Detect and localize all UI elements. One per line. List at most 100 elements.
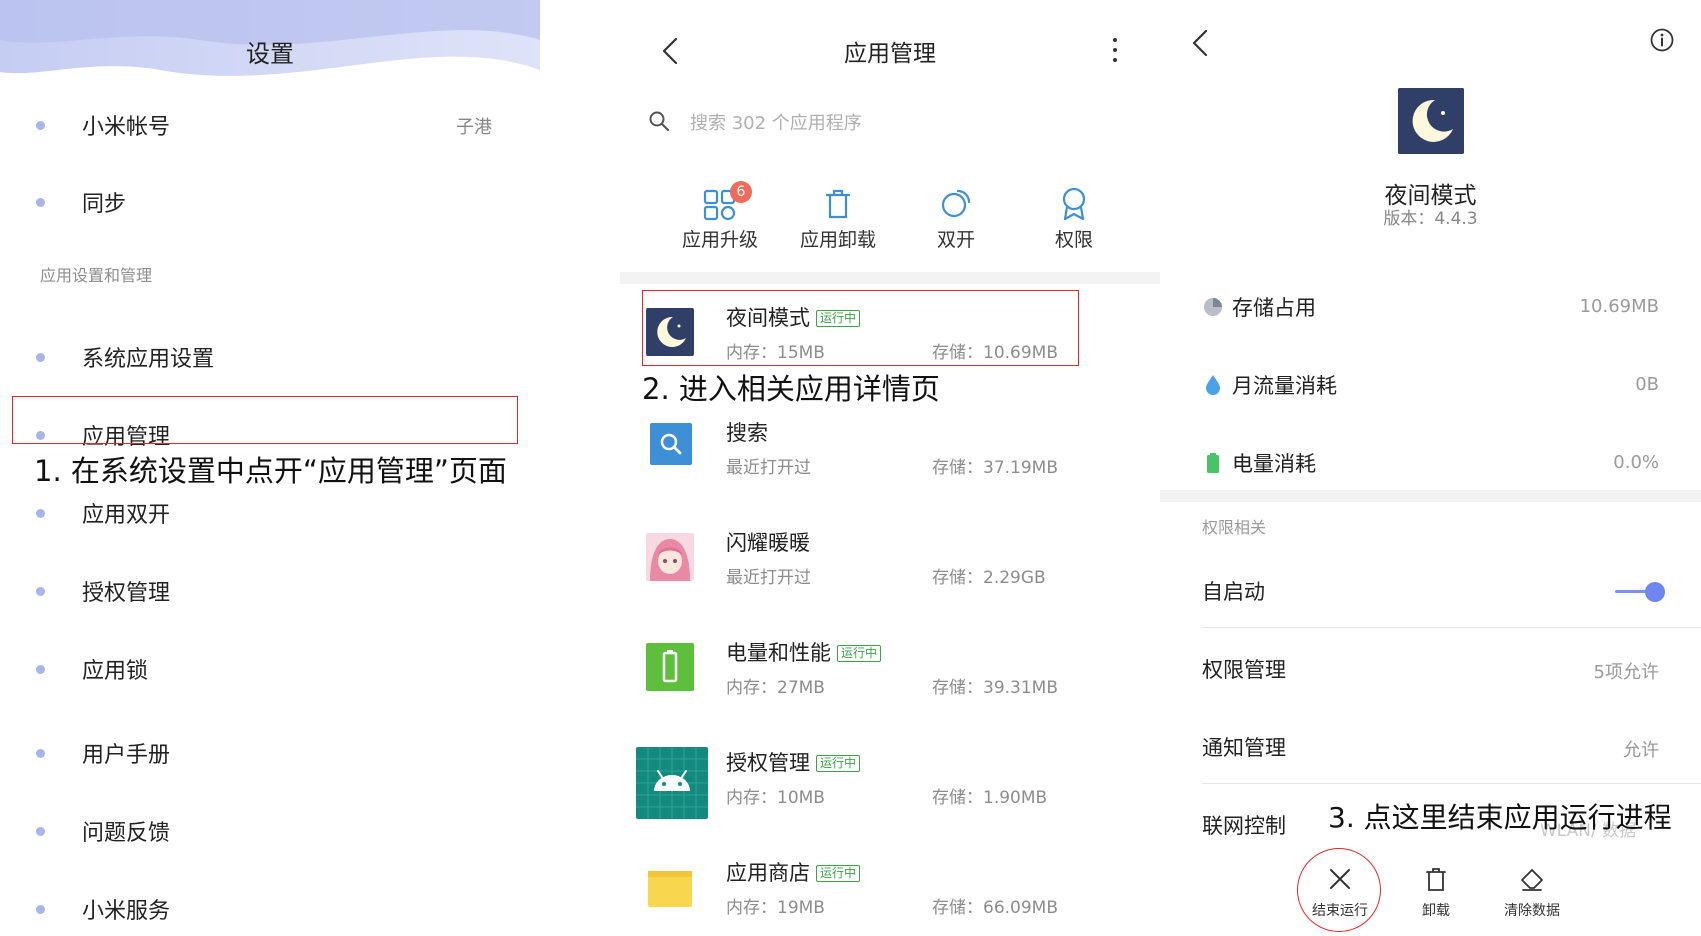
settings-item-app-lock[interactable]: 应用锁 — [0, 639, 540, 699]
setting-notifications[interactable]: 通知管理 允许 — [1202, 706, 1701, 784]
setting-label: 联网控制 — [1202, 814, 1286, 838]
settings-item-label: 应用双开 — [82, 503, 171, 528]
battery-app-icon — [646, 643, 694, 691]
app-last-opened: 最近打开过 — [726, 458, 811, 478]
settings-item-system-apps[interactable]: 系统应用设置 — [0, 327, 540, 387]
annotation-step-2: 2. 进入相关应用详情页 — [642, 372, 940, 406]
quick-action-app-upgrade[interactable]: 6 应用升级 — [660, 181, 780, 255]
settings-item-user-manual[interactable]: 用户手册 — [0, 723, 540, 783]
battery-icon — [1207, 453, 1219, 473]
settings-item-sync[interactable]: 同步 — [0, 172, 540, 232]
bullet-icon — [36, 198, 45, 207]
stat-battery[interactable]: 电量消耗 0.0% — [1160, 436, 1701, 496]
more-options-icon[interactable] — [1112, 38, 1118, 64]
android-icon — [636, 747, 708, 819]
quick-action-dual-apps[interactable]: 双开 — [896, 185, 1016, 255]
setting-value: 允许 — [1623, 740, 1659, 761]
app-list-item[interactable]: 搜索 最近打开过 存储：37.19MB — [620, 405, 1160, 495]
quick-action-uninstall[interactable]: 应用卸载 — [778, 185, 898, 255]
uninstall-button[interactable]: 卸载 — [1386, 866, 1486, 926]
search-bar[interactable]: 搜索 302 个应用程序 — [648, 106, 1128, 136]
settings-item-mi-services[interactable]: 小米服务 — [0, 879, 540, 936]
highlight-box — [12, 396, 518, 444]
app-storage: 存储：2.29GB — [932, 568, 1046, 588]
highlight-circle — [1297, 848, 1381, 932]
search-app-icon — [650, 423, 692, 465]
app-list-item[interactable]: 闪耀暖暖 最近打开过 存储：2.29GB — [620, 515, 1160, 605]
autostart-toggle[interactable] — [1615, 582, 1665, 602]
stat-label: 存储占用 — [1232, 296, 1316, 320]
setting-autostart[interactable]: 自启动 — [1202, 550, 1701, 628]
settings-item-label: 小米服务 — [82, 899, 171, 924]
settings-item-label: 小米帐号 — [82, 115, 171, 140]
stat-storage[interactable]: 存储占用 10.69MB — [1160, 280, 1701, 340]
stat-label: 月流量消耗 — [1232, 374, 1337, 398]
settings-item-label: 同步 — [82, 192, 127, 217]
settings-panel: 设置 小米帐号 子港 同步 应用设置和管理 系统应用设置 应用管理 1. 在系统… — [0, 0, 540, 936]
settings-item-dual-apps[interactable]: 应用双开 — [0, 483, 540, 543]
dual-circle-icon — [941, 189, 971, 218]
settings-item-label: 应用锁 — [82, 659, 149, 684]
app-storage: 存储：66.09MB — [932, 898, 1058, 918]
quick-action-label: 应用卸载 — [799, 229, 876, 251]
page-title: 设置 — [246, 40, 294, 68]
app-list-item[interactable]: 电量和性能 运行中 内存：27MB 存储：39.31MB — [620, 625, 1160, 715]
quick-action-label: 权限 — [1054, 229, 1093, 251]
back-arrow-icon[interactable] — [1188, 28, 1214, 58]
app-name: 电量和性能 — [726, 641, 831, 665]
quick-action-permissions[interactable]: 权限 — [1014, 185, 1134, 255]
setting-label: 自启动 — [1202, 580, 1265, 604]
button-label: 卸载 — [1422, 903, 1450, 919]
section-label: 权限相关 — [1202, 518, 1267, 537]
settings-item-feedback[interactable]: 问题反馈 — [0, 801, 540, 861]
game-avatar-icon — [646, 533, 694, 581]
button-label: 清除数据 — [1504, 903, 1560, 919]
highlight-box — [642, 290, 1079, 366]
app-storage: 存储：1.90MB — [932, 788, 1048, 808]
app-manager-panel: 应用管理 搜索 302 个应用程序 6 应用升级 应用卸载 双开 权限 夜间模式… — [620, 0, 1160, 936]
settings-item-mi-account[interactable]: 小米帐号 子港 — [0, 95, 540, 155]
running-badge: 运行中 — [816, 755, 861, 772]
bullet-icon — [36, 509, 45, 518]
stat-value: 10.69MB — [1579, 296, 1659, 317]
settings-item-permissions[interactable]: 授权管理 — [0, 561, 540, 621]
trash-icon — [1426, 868, 1446, 891]
setting-label: 通知管理 — [1202, 736, 1286, 760]
stat-label: 电量消耗 — [1232, 452, 1316, 476]
app-version: 版本：4.4.3 — [1383, 209, 1478, 229]
app-memory: 内存：19MB — [726, 898, 825, 918]
trash-icon — [825, 189, 851, 219]
badge-ribbon-icon — [1062, 187, 1086, 221]
app-name: 闪耀暖暖 — [726, 531, 810, 555]
app-name: 授权管理 — [726, 751, 810, 775]
app-list-item[interactable]: 授权管理 运行中 内存：10MB 存储：1.90MB — [620, 735, 1160, 825]
clear-data-button[interactable]: 清除数据 — [1482, 866, 1582, 926]
setting-value: 5项允许 — [1593, 662, 1659, 683]
bullet-icon — [36, 121, 45, 130]
drop-icon — [1206, 375, 1220, 395]
app-storage: 存储：37.19MB — [932, 458, 1058, 478]
update-count-badge: 6 — [730, 181, 752, 203]
app-name: 搜索 — [726, 421, 768, 445]
section-divider — [620, 272, 1160, 284]
bullet-icon — [36, 587, 45, 596]
search-input[interactable]: 搜索 302 个应用程序 — [690, 109, 862, 135]
bullet-icon — [36, 665, 45, 674]
app-list-item[interactable]: 应用商店 运行中 内存：19MB 存储：66.09MB — [620, 845, 1160, 935]
settings-item-label: 用户手册 — [82, 743, 171, 768]
moon-icon — [1398, 88, 1464, 154]
stat-data-usage[interactable]: 月流量消耗 0B — [1160, 358, 1701, 418]
app-storage: 存储：39.31MB — [932, 678, 1058, 698]
info-icon[interactable] — [1650, 28, 1674, 52]
bullet-icon — [36, 749, 45, 758]
stat-value: 0B — [1635, 374, 1659, 395]
setting-permissions[interactable]: 权限管理 5项允许 — [1202, 628, 1701, 706]
settings-item-value: 子港 — [456, 117, 492, 138]
running-badge: 运行中 — [816, 865, 861, 882]
setting-label: 权限管理 — [1202, 658, 1286, 682]
annotation-step-3: 3. 点这里结束应用运行进程 — [1328, 801, 1672, 834]
quick-action-label: 双开 — [936, 229, 975, 251]
running-badge: 运行中 — [837, 645, 882, 662]
pie-icon — [1204, 298, 1222, 316]
stat-value: 0.0% — [1613, 452, 1659, 473]
